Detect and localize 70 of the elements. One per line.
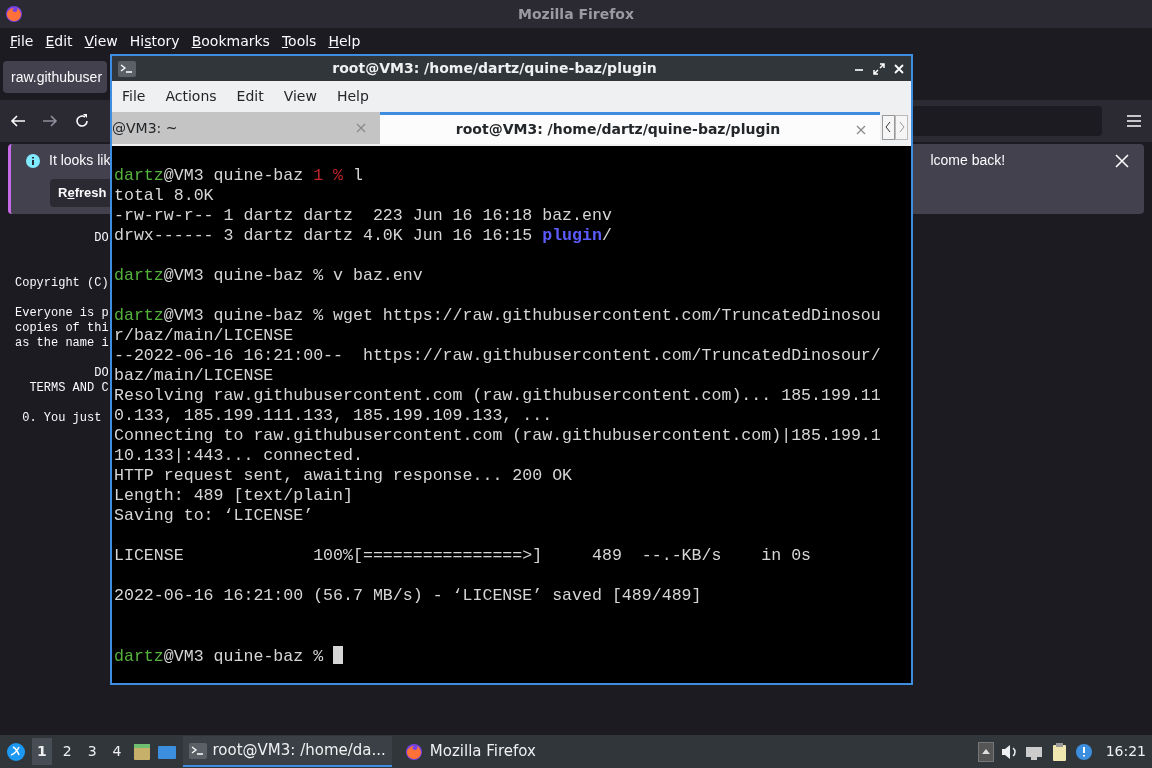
menu-icon[interactable] xyxy=(1126,113,1142,129)
taskbar-task[interactable]: Mozilla Firefox xyxy=(397,737,542,766)
refresh-button[interactable]: Refresh xyxy=(50,179,113,207)
maximize-icon[interactable] xyxy=(873,62,885,75)
firefox-icon xyxy=(4,4,24,24)
menu-item[interactable]: View xyxy=(78,30,124,52)
page-text: Everyone is p xyxy=(15,306,109,321)
terminal-icon xyxy=(118,60,136,77)
scroll-left-icon[interactable] xyxy=(882,115,895,140)
terminal-line: total 8.0K xyxy=(114,186,214,205)
menu-item[interactable]: Bookmarks xyxy=(185,30,276,52)
start-menu-icon[interactable] xyxy=(6,741,26,762)
menu-item[interactable]: Edit xyxy=(232,86,276,107)
window-title: Mozilla Firefox xyxy=(518,4,634,24)
page-text: copies of thi xyxy=(15,321,109,336)
terminal-line: dartz@VM3 quine-baz 1 % l xyxy=(114,166,363,185)
firefox-icon xyxy=(403,741,424,762)
workspace-button[interactable]: 4 xyxy=(107,738,127,765)
terminal-line: -rw-rw-r-- 1 dartz dartz 223 Jun 16 16:18 baz.env xyxy=(114,206,612,225)
forward-icon[interactable] xyxy=(42,113,58,129)
menu-item[interactable]: View xyxy=(279,86,329,107)
tray-expand-icon[interactable] xyxy=(977,741,994,762)
menu-item[interactable]: Help xyxy=(332,86,381,107)
terminal-line: dartz@VM3 quine-baz % wget https://raw.githubusercontent.com/TruncatedDinosou xyxy=(114,306,881,325)
notification-text: It looks lik xyxy=(49,151,111,170)
reload-icon[interactable] xyxy=(74,113,90,129)
terminal-line: LICENSE 100%[================>] 489 --.-KB/s in 0s xyxy=(114,546,812,565)
clock: 16:21 xyxy=(1105,742,1146,761)
menu-item[interactable]: File xyxy=(118,86,158,107)
back-icon[interactable] xyxy=(10,113,26,129)
terminal-line: HTTP request sent, awaiting response... 200 OK xyxy=(114,466,573,485)
menu-item[interactable]: Tools xyxy=(275,30,323,52)
terminal-line: Saving to: ‘LICENSE’ xyxy=(114,506,314,525)
page-text: DO xyxy=(93,366,109,381)
terminal-line: Resolving raw.githubusercontent.com (raw.githubusercontent.com)... 185.199.11 xyxy=(114,386,881,405)
menu-item[interactable]: Actions xyxy=(161,86,229,107)
terminal-line: 2022-06-16 16:21:00 (56.7 MB/s) - ‘LICENSE’ saved [489/489] xyxy=(114,586,702,605)
info-icon xyxy=(25,152,41,169)
terminal-icon xyxy=(188,742,207,759)
page-text: TERMS AND C xyxy=(28,381,109,396)
page-text: DO xyxy=(93,231,109,246)
terminal-line: Connecting to raw.githubusercontent.com (raw.githubusercontent.com)|185.199.1 xyxy=(114,426,881,445)
terminal-line: dartz@VM3 quine-baz % v baz.env xyxy=(114,266,423,285)
browser-tab[interactable]: raw.githubuser xyxy=(3,61,107,93)
folder-icon[interactable] xyxy=(132,742,151,761)
menu-item[interactable]: Help xyxy=(322,30,367,52)
notification-icon[interactable] xyxy=(1073,741,1094,762)
terminal-line: dartz@VM3 quine-baz % xyxy=(114,647,325,666)
terminal-line: baz/main/LICENSE xyxy=(114,366,274,385)
terminal-tab[interactable]: @VM3: ~ xyxy=(112,112,380,144)
page-text: as the name i xyxy=(15,336,109,351)
terminal-line: drwx------ 3 dartz dartz 4.0K Jun 16 16:15 plugin/ xyxy=(114,226,612,245)
page-text: Copyright (C) xyxy=(15,276,109,291)
workspace-button[interactable]: 2 xyxy=(57,738,77,765)
menu-item[interactable]: File xyxy=(4,30,40,52)
taskbar-task[interactable]: root@VM3: /home/da... xyxy=(182,736,392,767)
page-text: 0. You just xyxy=(21,411,103,426)
terminal-line: 0.133, 185.199.111.133, 185.199.109.133, ... xyxy=(114,406,553,425)
terminal-line: 10.133|:443... connected. xyxy=(114,446,363,465)
notification-text: lcome back! xyxy=(930,151,1006,170)
terminal-line: r/baz/main/LICENSE xyxy=(114,326,294,345)
address-field[interactable] xyxy=(912,106,1102,136)
terminal-line: --2022-06-16 16:21:00-- https://raw.githubusercontent.com/TruncatedDinosour/ xyxy=(114,346,881,365)
terminal-line: Length: 489 [text/plain] xyxy=(114,486,353,505)
window-title: root@VM3: /home/dartz/quine-baz/plugin xyxy=(331,59,658,78)
workspace-button[interactable]: 1 xyxy=(32,738,52,765)
menu-item[interactable]: Edit xyxy=(39,30,79,52)
workspace-button[interactable]: 3 xyxy=(82,738,102,765)
menu-item[interactable]: History xyxy=(123,30,186,52)
terminal-tab[interactable]: root@VM3: /home/dartz/quine-baz/plugin xyxy=(380,112,880,144)
